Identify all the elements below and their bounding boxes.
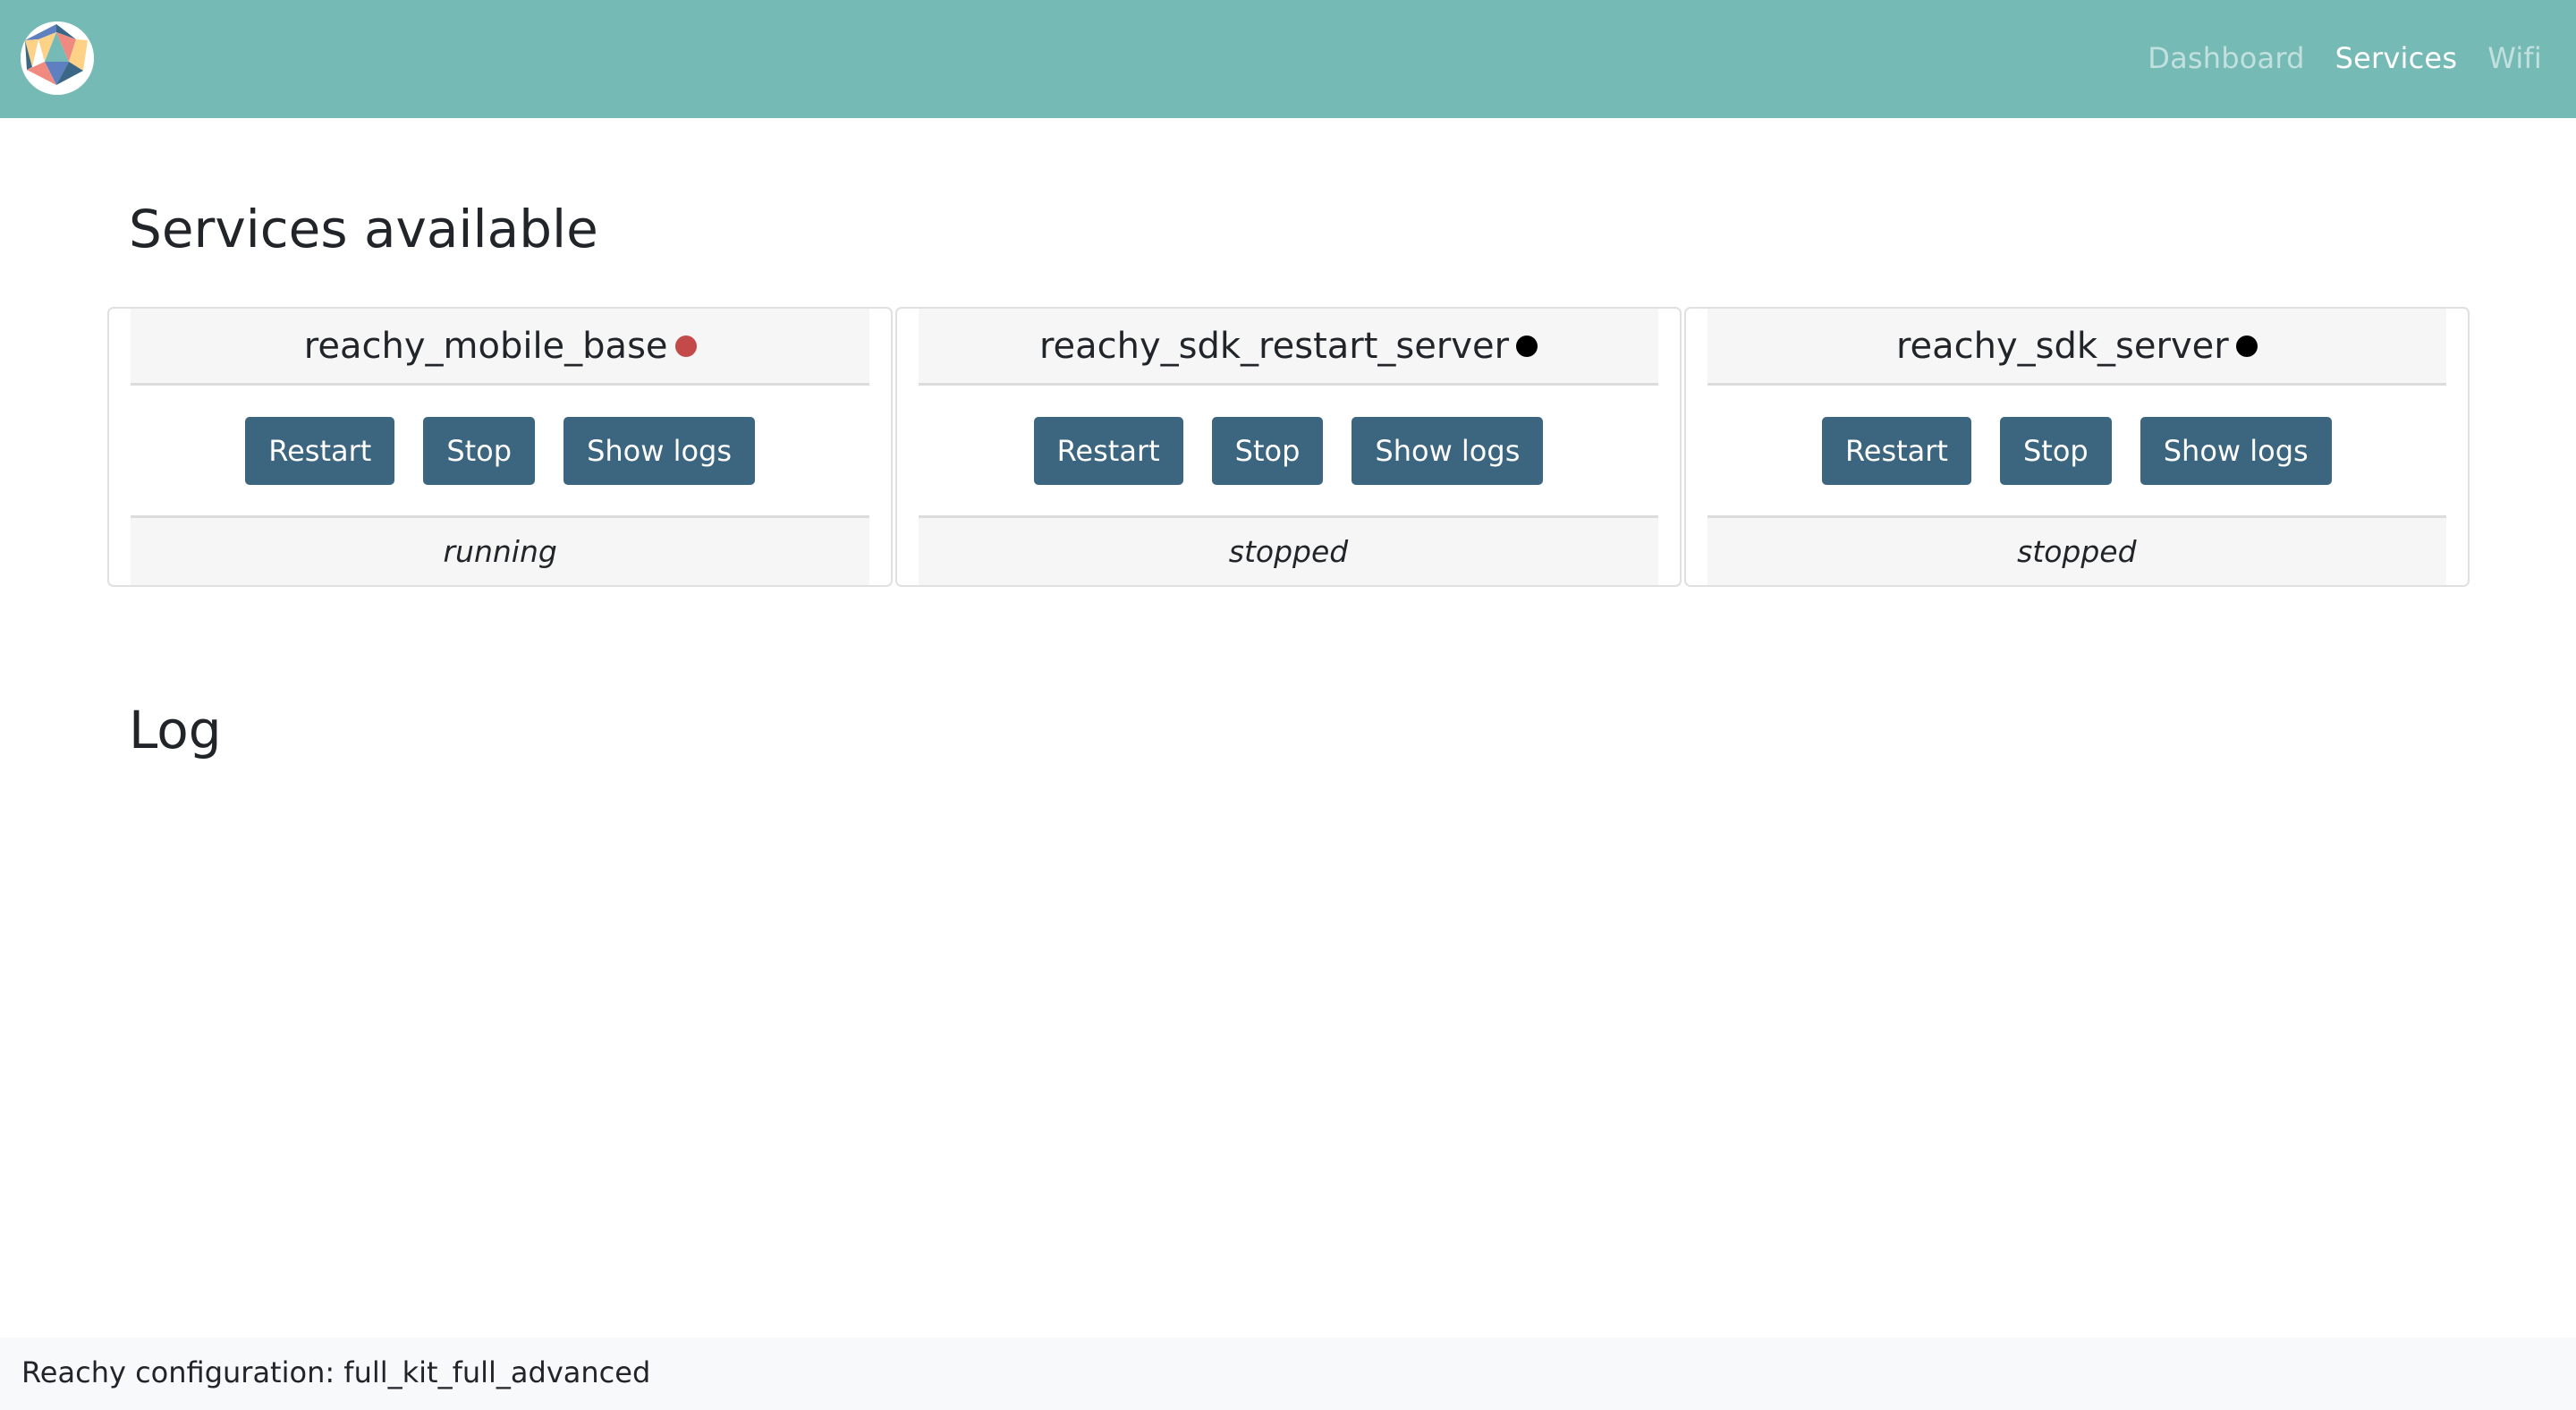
service-status: stopped	[919, 515, 1658, 585]
restart-button[interactable]: Restart	[245, 416, 395, 485]
show-logs-button[interactable]: Show logs	[2140, 416, 2332, 485]
service-name: reachy_sdk_server	[1895, 325, 2229, 367]
reachy-configuration-text: Reachy configuration: full_kit_full_adva…	[21, 1355, 651, 1389]
service-card-reachy-sdk-restart-server: reachy_sdk_restart_server Restart Stop S…	[895, 307, 1682, 587]
log-heading: Log	[129, 700, 222, 760]
show-logs-button[interactable]: Show logs	[564, 416, 756, 485]
service-card-header: reachy_sdk_restart_server	[919, 309, 1658, 386]
logo-graphic	[21, 21, 94, 95]
nav-links: Dashboard Services Wifi	[2148, 36, 2542, 81]
stop-button[interactable]: Stop	[423, 416, 536, 485]
service-card-reachy-sdk-server: reachy_sdk_server Restart Stop Show logs…	[1683, 307, 2470, 587]
restart-button[interactable]: Restart	[1821, 416, 1971, 485]
service-card-header: reachy_sdk_server	[1707, 309, 2446, 386]
nav-link-dashboard[interactable]: Dashboard	[2148, 41, 2304, 75]
status-dot-icon	[2235, 335, 2258, 357]
service-card-reachy-mobile-base: reachy_mobile_base Restart Stop Show log…	[107, 307, 894, 587]
service-actions: Restart Stop Show logs	[131, 386, 869, 515]
service-status: running	[131, 515, 870, 585]
reachy-logo-icon[interactable]	[21, 21, 94, 95]
stop-button[interactable]: Stop	[1999, 416, 2112, 485]
nav-link-services[interactable]: Services	[2335, 41, 2458, 75]
status-dot-icon	[674, 335, 697, 357]
service-status: stopped	[1707, 515, 2446, 585]
service-actions: Restart Stop Show logs	[1707, 386, 2446, 515]
services-available-heading: Services available	[129, 199, 598, 259]
top-navbar: Dashboard Services Wifi	[0, 0, 2576, 118]
stop-button[interactable]: Stop	[1211, 416, 1324, 485]
show-logs-button[interactable]: Show logs	[1352, 416, 1544, 485]
service-card-header: reachy_mobile_base	[131, 309, 870, 386]
service-actions: Restart Stop Show logs	[919, 386, 1657, 515]
nav-link-wifi[interactable]: Wifi	[2487, 41, 2542, 75]
status-dot-icon	[1516, 335, 1538, 357]
services-cards: reachy_mobile_base Restart Stop Show log…	[107, 307, 2470, 589]
service-name: reachy_mobile_base	[303, 325, 668, 367]
restart-button[interactable]: Restart	[1033, 416, 1183, 485]
service-name: reachy_sdk_restart_server	[1038, 325, 1510, 367]
page-footer: Reachy configuration: full_kit_full_adva…	[0, 1338, 2576, 1410]
